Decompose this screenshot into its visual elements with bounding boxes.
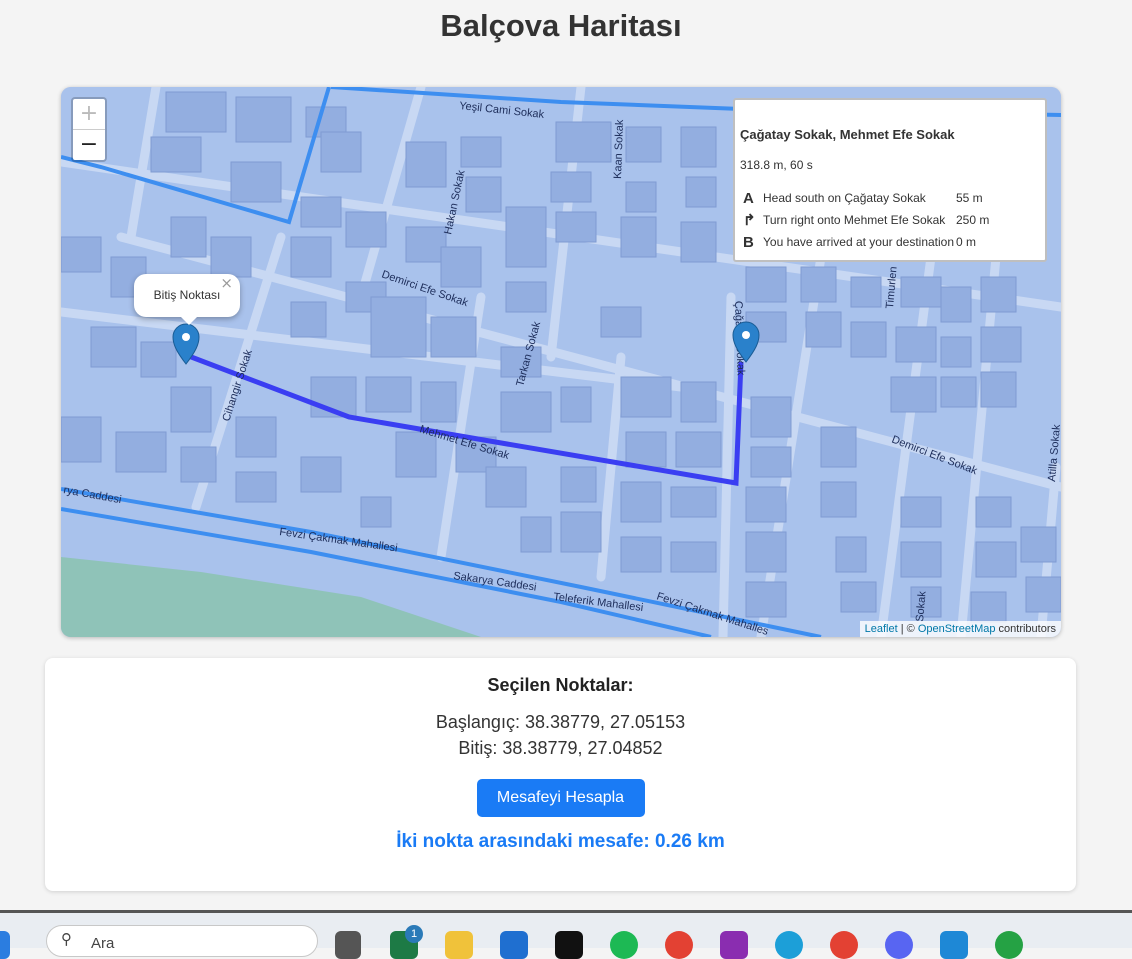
arrive-icon: B bbox=[743, 233, 754, 251]
zoom-out-button[interactable]: − bbox=[73, 130, 105, 160]
taskbar: ⚲ Ara 1 bbox=[0, 910, 1132, 959]
vscode-icon[interactable] bbox=[940, 931, 968, 959]
popup-tip bbox=[180, 316, 198, 325]
popup-text: Bitiş Noktası bbox=[153, 288, 221, 302]
route-step[interactable]: A Head south on Çağatay Sokak 55 m bbox=[743, 187, 989, 209]
distance-result: İki nokta arasındaki mesafe: 0.26 km bbox=[396, 831, 725, 852]
search-placeholder: Ara bbox=[91, 935, 115, 952]
start-point-text: Başlangıç: 38.38779, 27.05153 bbox=[435, 712, 686, 732]
route-name: Çağatay Sokak, Mehmet Efe Sokak bbox=[740, 127, 955, 142]
route-step[interactable]: B You have arrived at your destination 0… bbox=[743, 231, 989, 253]
attribution-suffix: contributors bbox=[995, 623, 1056, 635]
file-explorer-icon[interactable] bbox=[445, 931, 473, 959]
edge-icon[interactable] bbox=[775, 931, 803, 959]
search-icon: ⚲ bbox=[61, 930, 72, 948]
discord-icon[interactable] bbox=[885, 931, 913, 959]
taskbar-search[interactable]: ⚲ Ara bbox=[46, 925, 318, 957]
store-icon[interactable] bbox=[500, 931, 528, 959]
step-text: Head south on Çağatay Sokak bbox=[763, 191, 926, 205]
notification-badge: 1 bbox=[405, 925, 423, 943]
selected-points-card: Seçilen Noktalar: Başlangıç: 38.38779, 2… bbox=[45, 658, 1076, 891]
zoom-control: + − bbox=[71, 97, 107, 162]
turn-right-icon: ↱ bbox=[743, 212, 756, 229]
app-icon[interactable] bbox=[720, 931, 748, 959]
street-label: Kaan Sokak bbox=[612, 119, 626, 179]
map[interactable]: Yeşil Cami Sokak Demirci Efe Sokak Demir… bbox=[61, 87, 1061, 637]
osm-link[interactable]: OpenStreetMap bbox=[918, 623, 996, 635]
step-text: You have arrived at your destination bbox=[763, 235, 955, 249]
windows-icon[interactable] bbox=[0, 931, 10, 959]
zoom-in-button[interactable]: + bbox=[73, 99, 105, 130]
depart-icon: A bbox=[743, 189, 754, 207]
popup-close-icon[interactable]: × bbox=[220, 262, 233, 305]
leaflet-link[interactable]: Leaflet bbox=[865, 623, 898, 635]
step-text: Turn right onto Mehmet Efe Sokak bbox=[763, 213, 946, 227]
card-title: Seçilen Noktalar: bbox=[487, 675, 634, 695]
route-step[interactable]: ↱ Turn right onto Mehmet Efe Sokak 250 m bbox=[743, 209, 989, 231]
attribution-separator: | © bbox=[897, 623, 918, 635]
routing-panel[interactable]: Çağatay Sokak, Mehmet Efe Sokak 318.8 m,… bbox=[733, 98, 1047, 262]
spotify-icon[interactable] bbox=[610, 931, 638, 959]
calculate-distance-button[interactable]: Mesafeyi Hesapla bbox=[476, 779, 645, 817]
end-point-text: Bitiş: 38.38779, 27.04852 bbox=[458, 738, 663, 758]
route-summary: 318.8 m, 60 s bbox=[740, 158, 813, 172]
marker-popup: Bitiş Noktası × bbox=[134, 274, 240, 325]
chrome-icon[interactable] bbox=[665, 931, 693, 959]
map-attribution: Leaflet | © OpenStreetMap contributors bbox=[859, 621, 1061, 637]
task-view-icon[interactable] bbox=[335, 931, 361, 959]
page-title: Balçova Haritası bbox=[440, 8, 682, 43]
whatsapp-icon[interactable] bbox=[995, 931, 1023, 959]
step-distance: 0 m bbox=[956, 235, 977, 249]
step-distance: 55 m bbox=[956, 191, 983, 205]
chrome-profile-icon[interactable] bbox=[830, 931, 858, 959]
step-distance: 250 m bbox=[956, 213, 990, 227]
netflix-icon[interactable] bbox=[555, 931, 583, 959]
route-instructions: A Head south on Çağatay Sokak 55 m ↱ Tur… bbox=[743, 187, 989, 253]
